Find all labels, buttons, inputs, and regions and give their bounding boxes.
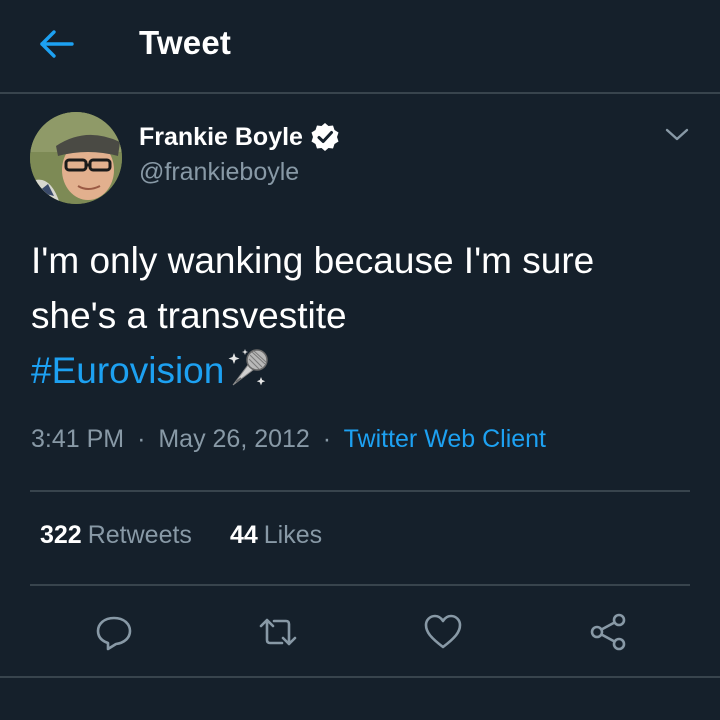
retweet-icon	[259, 618, 297, 646]
more-options-button[interactable]	[662, 122, 692, 148]
author-name[interactable]: Frankie Boyle	[139, 121, 341, 153]
top-bar: Tweet	[0, 0, 720, 94]
hashtag-link[interactable]: #Eurovision	[31, 350, 224, 391]
tweet-line: she's a transvestite	[31, 295, 347, 336]
likes-label: Likes	[263, 521, 323, 549]
client-link[interactable]: Twitter Web Client	[344, 425, 546, 453]
divider	[0, 676, 720, 678]
share-icon	[590, 613, 626, 651]
profile-photo	[30, 112, 122, 204]
back-button[interactable]	[34, 26, 78, 62]
likes-stat[interactable]: 44 Likes	[230, 521, 322, 550]
like-icon	[424, 614, 462, 649]
meta-separator: ·	[137, 425, 146, 453]
tweet-meta: 3:41 PM · May 26, 2012 · Twitter Web Cli…	[31, 425, 546, 454]
verified-badge-icon	[311, 123, 339, 151]
retweet-button[interactable]	[256, 610, 300, 654]
author-name-text: Frankie Boyle	[139, 122, 303, 151]
chevron-down-icon	[665, 128, 689, 141]
tweet-hashtag-line: #Eurovision	[31, 343, 691, 398]
reply-button[interactable]	[92, 610, 136, 654]
avatar[interactable]	[30, 112, 122, 204]
tweet-text: I'm only wanking because I'm sure she's …	[31, 233, 691, 398]
arrow-left-icon	[40, 30, 74, 58]
tweet-time: 3:41 PM	[31, 425, 125, 453]
reply-icon	[96, 616, 132, 651]
divider	[30, 490, 690, 492]
retweets-stat[interactable]: 322 Retweets	[40, 521, 192, 550]
meta-separator: ·	[322, 425, 332, 453]
divider	[30, 584, 690, 586]
tweet-detail-screen: Tweet Frankie Boyle @frankieboyle I'm on…	[0, 0, 720, 720]
retweets-count: 322	[40, 521, 82, 549]
page-title: Tweet	[139, 24, 232, 61]
tweet-line: I'm only wanking because I'm sure	[31, 240, 595, 281]
share-button[interactable]	[586, 610, 630, 654]
tweet-date: May 26, 2012	[158, 425, 310, 453]
likes-count: 44	[229, 521, 258, 549]
retweets-label: Retweets	[87, 521, 192, 549]
microphone-sparkle-icon	[228, 349, 269, 386]
like-button[interactable]	[421, 610, 465, 654]
tweet-stats: 322 Retweets 44 Likes	[40, 521, 360, 550]
author-handle[interactable]: @frankieboyle	[139, 158, 299, 187]
